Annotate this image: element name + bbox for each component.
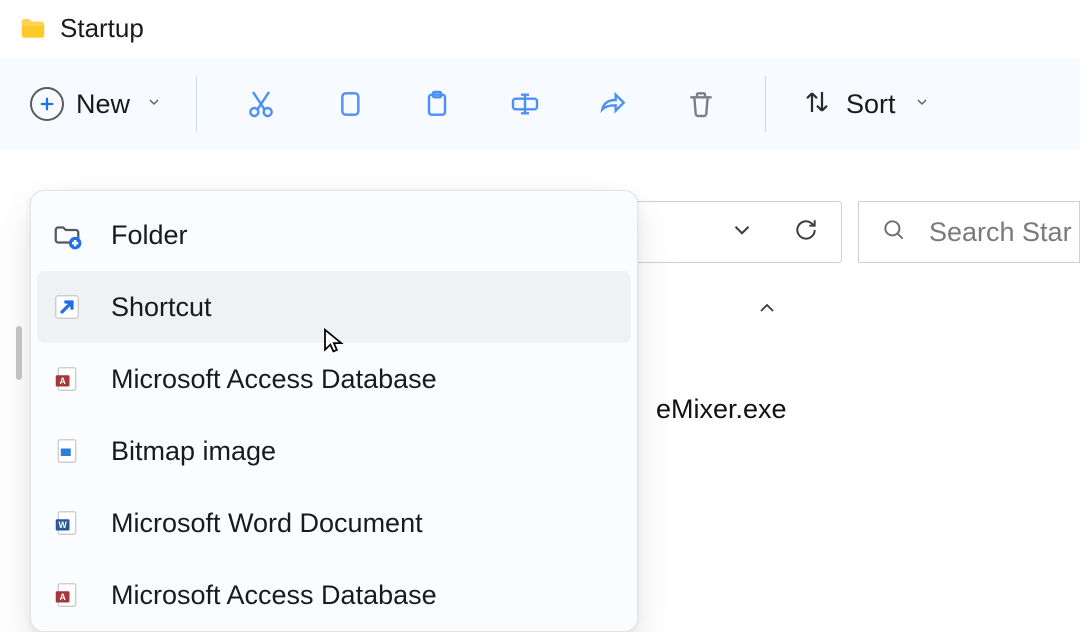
access-db-icon: A (51, 579, 83, 611)
menu-item-shortcut[interactable]: Shortcut (37, 271, 631, 343)
toolbar: New Sort (0, 58, 1080, 150)
title-bar: Startup (0, 0, 1080, 58)
access-db-icon: A (51, 363, 83, 395)
delete-button[interactable] (661, 74, 741, 134)
menu-item-label: Microsoft Word Document (111, 508, 423, 539)
menu-item-folder[interactable]: Folder (37, 199, 631, 271)
paste-button[interactable] (397, 74, 477, 134)
sort-button[interactable]: Sort (802, 87, 930, 122)
chevron-down-icon (914, 94, 930, 115)
svg-text:W: W (58, 520, 67, 530)
rename-button[interactable] (485, 74, 565, 134)
folder-plus-icon (51, 219, 83, 251)
svg-text:A: A (59, 592, 66, 602)
toolbar-divider (196, 76, 197, 132)
new-menu: Folder Shortcut A Microsoft Access Datab… (30, 190, 638, 632)
toolbar-divider (765, 76, 766, 132)
word-doc-icon: W (51, 507, 83, 539)
cut-button[interactable] (221, 74, 301, 134)
folder-icon (18, 14, 48, 44)
menu-item-label: Folder (111, 220, 188, 251)
copy-button[interactable] (309, 74, 389, 134)
sort-button-label: Sort (846, 89, 896, 120)
chevron-down-icon[interactable] (729, 217, 755, 248)
refresh-icon[interactable] (793, 217, 819, 248)
menu-item-access-db[interactable]: A Microsoft Access Database (37, 343, 631, 415)
scrollbar-thumb[interactable] (16, 326, 22, 380)
new-button[interactable]: New (20, 79, 172, 129)
share-button[interactable] (573, 74, 653, 134)
bitmap-icon (51, 435, 83, 467)
menu-item-word-doc[interactable]: W Microsoft Word Document (37, 487, 631, 559)
svg-text:A: A (59, 376, 66, 386)
chevron-down-icon (146, 94, 162, 115)
sort-icon (802, 87, 832, 122)
window-title: Startup (60, 13, 144, 44)
search-placeholder: Search Star (929, 217, 1072, 248)
search-icon (881, 217, 907, 248)
menu-item-label: Microsoft Access Database (111, 364, 437, 395)
shortcut-icon (51, 291, 83, 323)
chevron-up-icon[interactable] (755, 296, 779, 325)
file-name[interactable]: eMixer.exe (656, 394, 787, 425)
menu-item-access-db-2[interactable]: A Microsoft Access Database (37, 559, 631, 631)
plus-circle-icon (30, 87, 64, 121)
search-box[interactable]: Search Star (858, 201, 1080, 263)
menu-item-label: Bitmap image (111, 436, 276, 467)
new-button-label: New (76, 89, 130, 120)
menu-item-label: Microsoft Access Database (111, 580, 437, 611)
menu-item-bitmap[interactable]: Bitmap image (37, 415, 631, 487)
menu-item-label: Shortcut (111, 292, 212, 323)
